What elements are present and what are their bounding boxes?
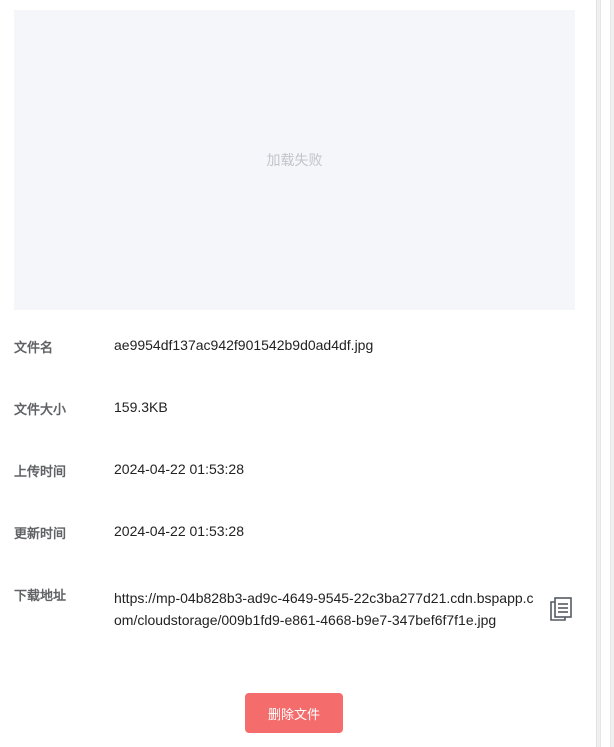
update-time-label: 更新时间 (14, 527, 67, 542)
update-time-value: 2024-04-22 01:53:28 (114, 523, 244, 539)
filename-value: ae9954df137ac942f901542b9d0ad4df.jpg (114, 337, 374, 353)
download-url-value: https://mp-04b828b3-ad9c-4649-9545-22c3b… (114, 590, 534, 628)
download-url-label: 下载地址 (14, 589, 67, 604)
page-scrollbar[interactable] (596, 0, 614, 747)
copy-icon-graphic (550, 597, 572, 621)
file-detail-page: 加载失败 文件名 ae9954df137ac942f901542b9d0ad4d… (0, 0, 614, 747)
preview-error-text: 加载失败 (266, 153, 323, 169)
delete-file-button[interactable]: 删除文件 (245, 693, 343, 733)
file-size-value: 159.3KB (114, 399, 168, 415)
upload-time-value: 2024-04-22 01:53:28 (114, 461, 244, 477)
filename-label: 文件名 (14, 341, 54, 356)
scrollbar-thumb[interactable] (600, 0, 611, 747)
image-preview: 加载失败 (14, 10, 575, 310)
file-size-label: 文件大小 (14, 403, 67, 418)
upload-time-label: 上传时间 (14, 465, 67, 480)
copy-icon[interactable] (547, 595, 575, 623)
